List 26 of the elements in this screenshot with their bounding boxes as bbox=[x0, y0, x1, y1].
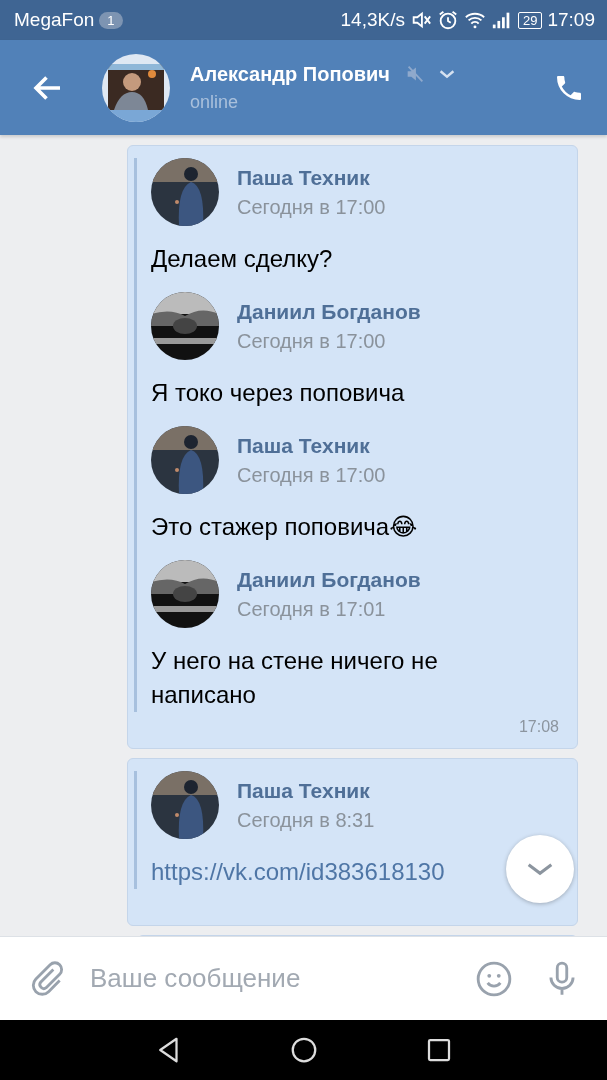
message-text: Это стажер поповича😂 bbox=[151, 512, 418, 542]
message-date: Сегодня в 17:00 bbox=[237, 195, 386, 219]
message-text: У него на стене ничего не написано bbox=[151, 646, 439, 710]
sender-name[interactable]: Паша Техник bbox=[237, 165, 370, 190]
message-time: 17:08 bbox=[518, 718, 559, 737]
smiley-icon[interactable] bbox=[475, 959, 513, 998]
message-date: Сегодня в 17:00 bbox=[237, 463, 386, 487]
message-date: Сегодня в 17:00 bbox=[237, 329, 386, 353]
message-date: Сегодня в 17:01 bbox=[237, 597, 386, 621]
carrier-name: MegaFon bbox=[14, 9, 95, 31]
network-speed: 14,3K/s bbox=[340, 9, 405, 31]
clock: 17:09 bbox=[547, 9, 595, 31]
message-date: Сегодня в 8:31 bbox=[237, 808, 375, 832]
sender-name[interactable]: Паша Техник bbox=[237, 433, 370, 458]
battery-indicator: 29 bbox=[518, 11, 543, 29]
mute-icon bbox=[410, 9, 432, 31]
link[interactable]: https://vk.com/id383618130 bbox=[151, 855, 445, 889]
sender-name[interactable]: Даниил Богданов bbox=[237, 567, 421, 592]
alarm-icon bbox=[437, 9, 459, 31]
notification-count: 1 bbox=[99, 11, 123, 29]
sender-name[interactable]: Паша Техник bbox=[237, 778, 370, 803]
message-text: Я токо через поповича bbox=[151, 378, 405, 408]
sender-name[interactable]: Даниил Богданов bbox=[237, 299, 421, 324]
message-text: Делаем сделку? bbox=[151, 244, 333, 274]
contact-status: online bbox=[190, 91, 239, 113]
contact-name: Александр Попович bbox=[190, 62, 390, 86]
